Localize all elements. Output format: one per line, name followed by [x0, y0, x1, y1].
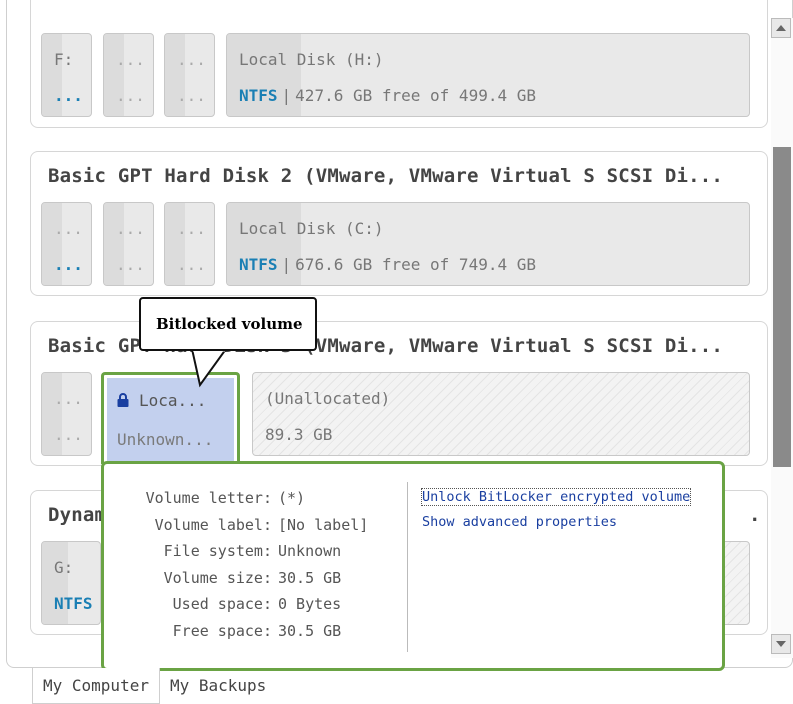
disk-card-2: Basic GPT Hard Disk 2 (VMware, VMware Vi…: [30, 151, 768, 296]
properties-list: Volume letter: (*) Volume label: [No label…: [104, 489, 404, 648]
scroll-down-arrow-icon[interactable]: [771, 634, 791, 654]
filesystem-label: NTFS: [239, 86, 278, 105]
partition-g[interactable]: G: NTFS: [41, 541, 101, 625]
partition-collapsed[interactable]: ... ...: [41, 202, 92, 286]
property-row: Free space: 30.5 GB: [172, 621, 342, 640]
property-row: Volume label: [No label]: [154, 515, 369, 534]
partition-collapsed[interactable]: ... ...: [41, 372, 92, 456]
partition-filesystem: Unknown...: [117, 430, 214, 449]
property-row: Volume letter: (*): [145, 489, 306, 507]
tab-my-backups[interactable]: My Backups: [160, 668, 276, 704]
property-row: Volume size: 30.5 GB: [163, 568, 342, 587]
partition-label: Loca...: [139, 391, 207, 410]
partition-f[interactable]: F: ...: [41, 33, 92, 117]
disk-title: Basic GPT Hard Disk 2 (VMware, VMware Vi…: [48, 165, 724, 187]
scrollbar-thumb[interactable]: [773, 147, 791, 467]
free-space-text: 676.6 GB free of 749.4 GB: [295, 255, 536, 274]
lock-icon: [117, 393, 129, 407]
callout-text: Bitlocked volume: [156, 315, 303, 333]
tab-my-computer[interactable]: My Computer: [32, 668, 160, 704]
partition-bitlocked[interactable]: Loca... Unknown...: [107, 378, 234, 464]
bottom-tab-bar: My Computer My Backups: [32, 668, 276, 704]
popup-divider: [407, 482, 408, 652]
show-advanced-properties-link[interactable]: Show advanced properties: [422, 514, 617, 530]
property-row: File system: Unknown: [163, 542, 342, 560]
unlock-bitlocker-link[interactable]: Unlock BitLocker encrypted volume: [420, 488, 692, 506]
partition-local-disk-h[interactable]: Local Disk (H:) NTFS | 427.6 GB free of 49…: [226, 33, 750, 117]
property-row: Used space: 0 Bytes: [172, 595, 342, 613]
disk-title: Dynam: [48, 504, 107, 526]
partition-properties-popup: Volume letter: (*) Volume label: [No label…: [101, 461, 725, 671]
scroll-up-arrow-icon[interactable]: [771, 18, 791, 38]
bitlocked-volume-callout: Bitlocked volume: [139, 297, 317, 351]
partition-collapsed[interactable]: ... ...: [164, 202, 215, 286]
callout-pointer: [190, 349, 228, 388]
disk-title-end: .: [749, 504, 761, 526]
partition-unallocated[interactable]: (Unallocated) 89.3 GB: [252, 372, 750, 456]
partition-collapsed[interactable]: ... ...: [103, 33, 154, 117]
filesystem-label: NTFS: [239, 255, 278, 274]
disk-card-1: F: ... ... ... ... ... Local Disk (H:) N…: [30, 0, 768, 128]
partition-local-disk-c[interactable]: Local Disk (C:) NTFS | 676.6 GB free of 74…: [226, 202, 750, 286]
free-space-text: 427.6 GB free of 499.4 GB: [295, 86, 536, 105]
partition-collapsed[interactable]: ... ...: [103, 202, 154, 286]
partition-collapsed[interactable]: ... ...: [164, 33, 215, 117]
